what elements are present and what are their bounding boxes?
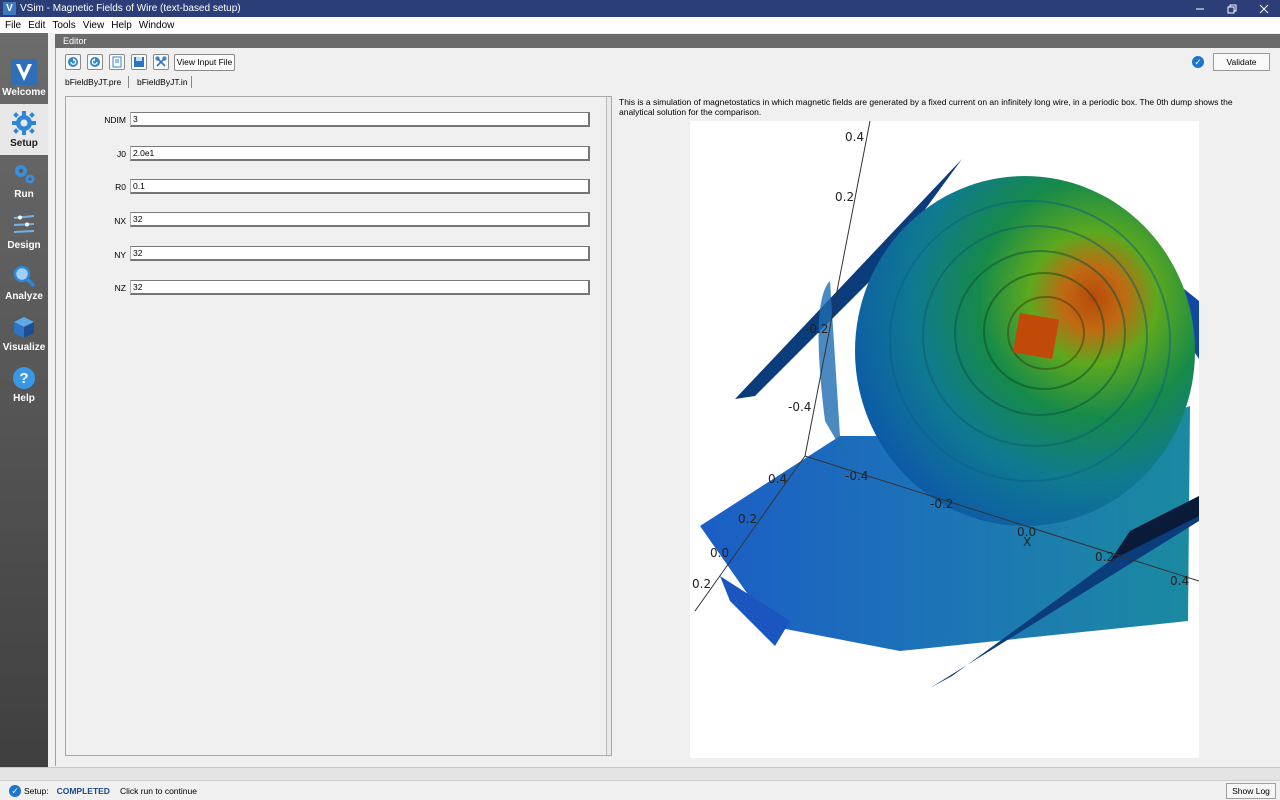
tools-icon	[155, 56, 167, 67]
copy-icon	[112, 56, 122, 68]
field-label-nx: NX	[114, 216, 126, 226]
vsim-app-icon: V	[3, 2, 16, 15]
axis-label-z-4: -0.4	[788, 400, 811, 414]
vsim-logo-icon	[10, 58, 38, 86]
window-title: VSim - Magnetic Fields of Wire (text-bas…	[20, 3, 241, 14]
sidebar-label-run: Run	[14, 189, 34, 200]
status-bar: ✓ Setup: COMPLETED Click run to continue…	[0, 780, 1280, 800]
svg-text:?: ?	[19, 370, 28, 387]
sidebar-label-setup: Setup	[10, 138, 38, 149]
copy-button[interactable]	[109, 54, 125, 70]
nz-input[interactable]	[130, 280, 590, 295]
sidebar-label-help: Help	[13, 393, 35, 404]
field-label-ndim: NDIM	[104, 115, 126, 125]
minimize-icon[interactable]	[1184, 0, 1216, 17]
editor-header: Editor	[55, 34, 1280, 48]
undo-icon	[68, 57, 78, 67]
close-icon[interactable]	[1248, 0, 1280, 17]
gears-icon	[10, 160, 38, 188]
axis-label-x-4: 0.2	[1095, 550, 1114, 564]
axis-label-z-1: 0.4	[845, 130, 864, 144]
sidebar: Welcome Setup Run Design Analyze Visuali…	[0, 33, 48, 767]
field-label-r0: R0	[115, 182, 126, 192]
menu-window[interactable]: Window	[138, 20, 179, 31]
sidebar-label-analyze: Analyze	[5, 291, 43, 302]
axis-label-y-2: 0.2	[738, 512, 757, 526]
sidebar-label-design: Design	[7, 240, 41, 251]
menu-edit[interactable]: Edit	[27, 20, 49, 31]
j0-input[interactable]	[130, 146, 590, 161]
save-icon	[134, 57, 144, 67]
simulation-description: This is a simulation of magnetostatics i…	[619, 97, 1233, 117]
sidebar-item-setup[interactable]: Setup	[0, 104, 48, 155]
sidebar-item-analyze[interactable]: Analyze	[0, 257, 48, 308]
menu-bar: File Edit Tools View Help Window	[0, 17, 1280, 33]
check-icon: ✓	[1192, 56, 1204, 68]
field-visualization: 0.4 0.2 -0.2 -0.4 0.4 0.2 0.0 0.2 -0.4 -…	[690, 121, 1199, 758]
design-lines-icon	[10, 211, 38, 239]
nx-input[interactable]	[130, 212, 590, 227]
ndim-input[interactable]	[130, 112, 590, 127]
axis-label-y-1: 0.4	[768, 472, 787, 486]
axis-label-y-4: 0.2	[692, 577, 711, 591]
sidebar-label-welcome: Welcome	[2, 87, 46, 98]
redo-icon	[90, 57, 100, 67]
axis-title-x: X	[1023, 535, 1031, 549]
sidebar-item-welcome[interactable]: Welcome	[0, 53, 48, 104]
show-log-button[interactable]: Show Log	[1226, 783, 1276, 799]
axis-label-x-2: -0.2	[930, 497, 953, 511]
status-check-icon: ✓	[9, 784, 21, 797]
redo-button[interactable]	[87, 54, 103, 70]
status-label: Setup:	[24, 785, 49, 796]
tab-bfieldbyjt-pre[interactable]: bFieldByJT.pre	[61, 74, 126, 90]
tab-separator	[191, 76, 192, 88]
status-separator	[0, 767, 1280, 780]
axis-label-x-1: -0.4	[845, 469, 868, 483]
sidebar-item-design[interactable]: Design	[0, 206, 48, 257]
menu-tools[interactable]: Tools	[51, 20, 79, 31]
sidebar-item-run[interactable]: Run	[0, 155, 48, 206]
menu-file[interactable]: File	[4, 20, 25, 31]
menu-view[interactable]: View	[82, 20, 109, 31]
field-label-ny: NY	[114, 250, 126, 260]
field-label-j0: J0	[117, 149, 126, 159]
splitter-handle[interactable]	[606, 97, 611, 755]
sidebar-label-visualize: Visualize	[2, 342, 46, 353]
cube-icon	[10, 313, 38, 341]
menu-help[interactable]: Help	[110, 20, 136, 31]
window-titlebar: V VSim - Magnetic Fields of Wire (text-b…	[0, 0, 1280, 17]
axis-label-z-3: -0.2	[805, 322, 828, 336]
parameter-form	[65, 96, 612, 756]
axis-label-z-2: 0.2	[835, 190, 854, 204]
tools-button[interactable]	[153, 54, 169, 70]
magnifier-icon	[10, 262, 38, 290]
gear-icon	[10, 109, 38, 137]
ny-input[interactable]	[130, 246, 590, 261]
question-icon: ?	[10, 364, 38, 392]
view-input-file-button[interactable]: View Input File	[174, 54, 235, 71]
tab-separator	[128, 76, 129, 88]
tab-bfieldbyjt-in[interactable]: bFieldByJT.in	[133, 74, 192, 90]
sidebar-item-help[interactable]: ? Help	[0, 359, 48, 410]
field-label-nz: NZ	[114, 283, 126, 293]
status-value: COMPLETED	[56, 785, 110, 796]
sidebar-item-visualize[interactable]: Visualize	[0, 308, 48, 359]
restore-icon[interactable]	[1216, 0, 1248, 17]
save-button[interactable]	[131, 54, 147, 70]
undo-button[interactable]	[65, 54, 81, 70]
status-message: Click run to continue	[119, 785, 197, 796]
axis-label-y-3: 0.0	[710, 546, 729, 560]
validate-button[interactable]: Validate	[1213, 53, 1270, 71]
r0-input[interactable]	[130, 179, 590, 194]
axis-label-x-5: 0.4	[1170, 574, 1189, 588]
